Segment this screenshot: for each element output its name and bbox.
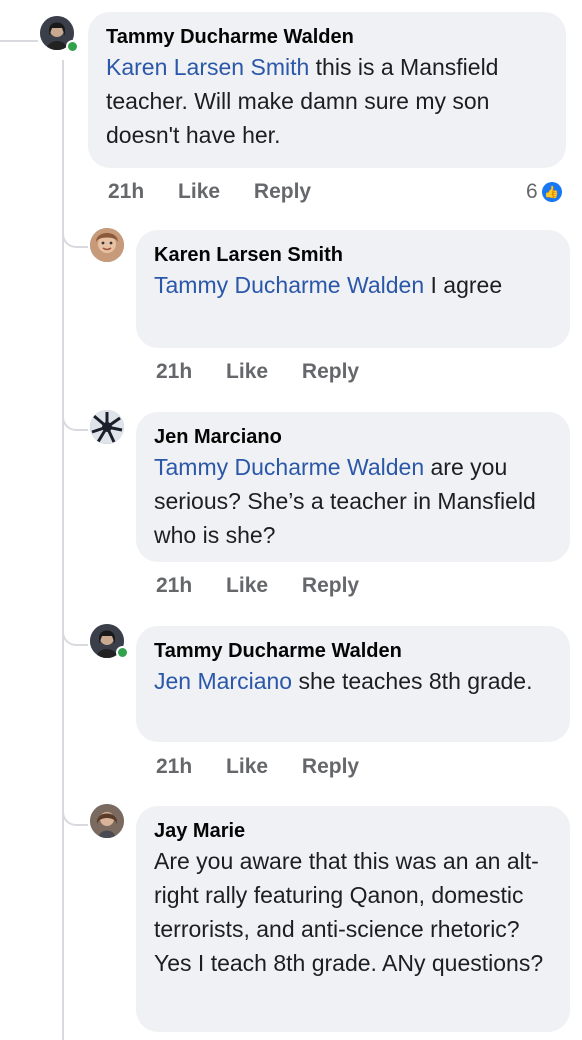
comment-actions: 21h Like Reply: [156, 574, 387, 598]
reply-button[interactable]: Reply: [302, 360, 359, 384]
comment-bubble: Tammy Ducharme Walden Karen Larsen Smith…: [88, 12, 566, 168]
online-status-dot: [116, 646, 129, 659]
mention-link[interactable]: Tammy Ducharme Walden: [154, 272, 424, 298]
mention-link[interactable]: Tammy Ducharme Walden: [154, 454, 424, 480]
comment-text: Are you aware that this was an an alt-ri…: [154, 848, 544, 976]
thread-line: [62, 60, 64, 1040]
reply-connector: [62, 405, 88, 431]
comment-author[interactable]: Tammy Ducharme Walden: [106, 24, 548, 50]
reply-connector: [62, 800, 88, 826]
comment-author[interactable]: Jay Marie: [154, 818, 552, 844]
comment-author[interactable]: Tammy Ducharme Walden: [154, 638, 552, 664]
comment-text: Karen Larsen Smith this is a Mansfield t…: [106, 54, 499, 148]
reaction-count: 6: [526, 180, 538, 203]
reply-connector: [62, 222, 88, 248]
comment-actions: 21h Like Reply: [156, 755, 387, 779]
comment-bubble: Karen Larsen Smith Tammy Ducharme Walden…: [136, 230, 570, 348]
comment-timestamp[interactable]: 21h: [108, 180, 144, 204]
reply-button[interactable]: Reply: [302, 574, 359, 598]
comment-text: Jen Marciano she teaches 8th grade.: [154, 668, 533, 694]
like-button[interactable]: Like: [178, 180, 220, 204]
like-icon: 👍: [541, 182, 562, 202]
comment-author[interactable]: Jen Marciano: [154, 424, 552, 450]
comment-actions: 21h Like Reply: [156, 360, 387, 384]
avatar[interactable]: [90, 804, 124, 838]
avatar[interactable]: [90, 228, 124, 262]
comment-text: Tammy Ducharme Walden are you serious? S…: [154, 454, 536, 548]
comment-bubble: Jen Marciano Tammy Ducharme Walden are y…: [136, 412, 570, 562]
online-status-dot: [66, 40, 79, 53]
reply-button[interactable]: Reply: [254, 180, 311, 204]
comment-timestamp[interactable]: 21h: [156, 755, 192, 779]
comment-bubble: Jay Marie Are you aware that this was an…: [136, 806, 570, 1032]
comment-timestamp[interactable]: 21h: [156, 574, 192, 598]
comment-author[interactable]: Karen Larsen Smith: [154, 242, 552, 268]
mention-link[interactable]: Karen Larsen Smith: [106, 54, 309, 80]
comment-bubble: Tammy Ducharme Walden Jen Marciano she t…: [136, 626, 570, 742]
like-button[interactable]: Like: [226, 360, 268, 384]
comment-timestamp[interactable]: 21h: [156, 360, 192, 384]
reaction-summary[interactable]: 6 👍: [526, 180, 562, 204]
like-button[interactable]: Like: [226, 574, 268, 598]
avatar[interactable]: [90, 410, 124, 444]
thread-connector: [0, 40, 38, 42]
comment-actions: 21h Like Reply: [108, 180, 339, 204]
reply-button[interactable]: Reply: [302, 755, 359, 779]
like-button[interactable]: Like: [226, 755, 268, 779]
comment-text: Tammy Ducharme Walden I agree: [154, 272, 503, 298]
reply-connector: [62, 620, 88, 646]
mention-link[interactable]: Jen Marciano: [154, 668, 292, 694]
